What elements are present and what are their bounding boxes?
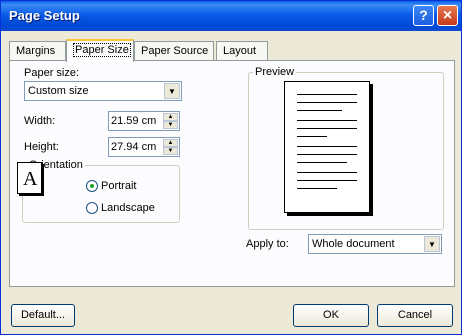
- preview-page-icon: [284, 81, 370, 213]
- tab-label: Layout: [223, 45, 257, 57]
- portrait-label[interactable]: Portrait: [101, 180, 136, 192]
- preview-text-line: [297, 102, 357, 103]
- tab-layout[interactable]: Layout: [216, 41, 268, 61]
- landscape-label[interactable]: Landscape: [101, 202, 155, 214]
- paper-size-dropdown[interactable]: Custom size ▼: [24, 81, 182, 101]
- preview-text-line: [297, 162, 347, 163]
- paper-size-value: Custom size: [28, 85, 89, 97]
- preview-text-line: [297, 188, 337, 189]
- tab-paper-size[interactable]: Paper Size: [66, 39, 134, 62]
- preview-text-line: [297, 110, 342, 111]
- preview-text-line: [297, 128, 357, 129]
- width-spinner[interactable]: 21.59 cm ▲ ▼: [108, 111, 180, 131]
- window-title: Page Setup: [9, 8, 80, 23]
- preview-text-line: [297, 172, 357, 173]
- close-button[interactable]: ×: [437, 5, 458, 26]
- height-value: 27.94 cm: [111, 141, 157, 153]
- spin-down-icon[interactable]: ▼: [163, 121, 178, 129]
- spin-up-icon[interactable]: ▲: [163, 139, 178, 147]
- tab-paper-source[interactable]: Paper Source: [134, 41, 214, 61]
- tab-margins[interactable]: Margins: [9, 41, 66, 61]
- tab-label: Paper Size: [73, 43, 131, 57]
- apply-to-dropdown[interactable]: Whole document ▼: [308, 234, 442, 254]
- spin-up-icon[interactable]: ▲: [163, 113, 178, 121]
- page-setup-dialog: Page Setup ? × Margins Paper Size Paper …: [0, 0, 462, 335]
- chevron-down-icon[interactable]: ▼: [164, 83, 180, 99]
- spin-down-icon[interactable]: ▼: [163, 147, 178, 155]
- orientation-icon-letter: A: [23, 168, 38, 190]
- cancel-button[interactable]: Cancel: [377, 304, 453, 327]
- default-button[interactable]: Default...: [11, 304, 75, 327]
- preview-text-line: [297, 94, 357, 95]
- width-label: Width:: [24, 115, 56, 127]
- preview-text-line: [297, 154, 357, 155]
- ok-button[interactable]: OK: [293, 304, 369, 327]
- height-label: Height:: [24, 141, 59, 153]
- landscape-radio[interactable]: [86, 202, 98, 214]
- preview-text-line: [297, 180, 357, 181]
- width-value: 21.59 cm: [111, 115, 157, 127]
- title-bar[interactable]: Page Setup ? ×: [1, 1, 461, 31]
- preview-title: Preview: [253, 66, 297, 78]
- chevron-down-icon[interactable]: ▼: [424, 236, 440, 252]
- portrait-page-icon: A: [17, 162, 42, 194]
- help-button[interactable]: ?: [413, 5, 434, 26]
- tab-label: Paper Source: [141, 45, 209, 57]
- preview-text-line: [297, 146, 357, 147]
- orientation-group: Orientation: [22, 159, 180, 223]
- height-spinner[interactable]: 27.94 cm ▲ ▼: [108, 137, 180, 157]
- preview-text-line: [297, 136, 327, 137]
- apply-to-label: Apply to:: [246, 238, 289, 250]
- portrait-radio[interactable]: [86, 180, 98, 192]
- tab-label: Margins: [16, 45, 56, 57]
- preview-text-line: [297, 120, 357, 121]
- paper-size-panel: Paper size: Custom size ▼ Width: 21.59 c…: [9, 60, 455, 287]
- paper-size-label: Paper size:: [24, 67, 80, 79]
- apply-to-value: Whole document: [312, 238, 395, 250]
